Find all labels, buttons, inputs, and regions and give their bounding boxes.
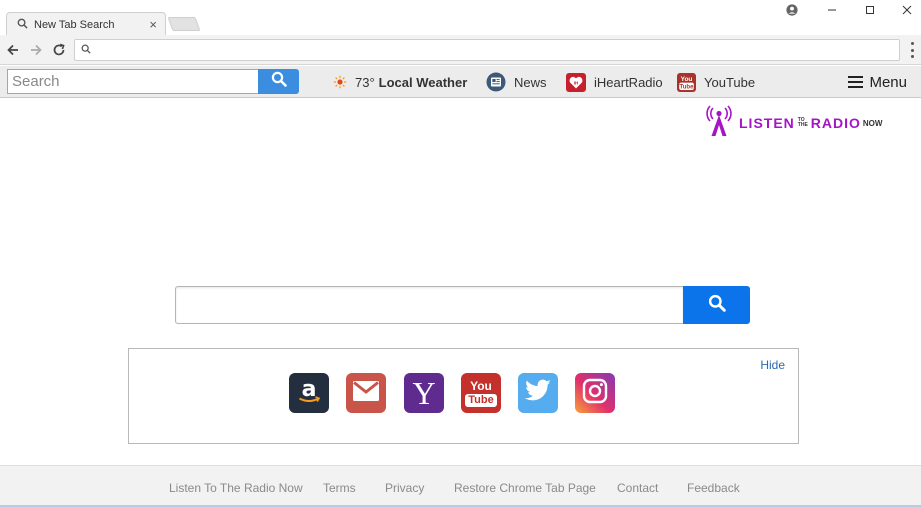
logo-radio: RADIO [810, 115, 861, 131]
back-arrow-icon[interactable] [3, 40, 23, 60]
instagram-camera-icon [581, 377, 609, 410]
logo-the: THE [797, 122, 808, 128]
weather-link[interactable]: 73° Local Weather [333, 73, 467, 91]
logo-listen: LISTEN [739, 115, 795, 131]
iheartradio-link[interactable]: iH iHeartRadio [566, 72, 663, 92]
svg-text:iH: iH [574, 80, 579, 85]
news-icon [486, 72, 506, 92]
new-tab-button[interactable] [167, 17, 201, 31]
logo-to-the: TO THE [798, 118, 808, 128]
news-label: News [514, 74, 547, 90]
footer-link-listen-to-the-radio-now[interactable]: Listen To The Radio Now [169, 481, 303, 495]
mail-icon [352, 380, 380, 407]
youtube-label: YouTube [704, 74, 756, 90]
sun-icon [333, 75, 347, 89]
toolbar-search-placeholder: Search [12, 73, 60, 90]
search-icon [17, 16, 28, 34]
footer-link-feedback[interactable]: Feedback [687, 481, 740, 495]
gmail-tile[interactable] [346, 373, 386, 413]
iheartradio-icon: iH [566, 72, 586, 92]
search-icon [708, 294, 726, 317]
youtube-tile[interactable]: You Tube [461, 373, 501, 413]
quick-links-panel: Hide a Y You Tube [128, 348, 799, 444]
forward-arrow-icon[interactable] [26, 40, 46, 60]
address-bar[interactable] [74, 39, 900, 61]
extension-toolbar: Search 73° Local Weather News iH iHeartR… [0, 66, 921, 98]
hamburger-icon [848, 76, 864, 88]
instagram-tile[interactable] [575, 373, 615, 413]
amazon-tile[interactable]: a [289, 373, 329, 413]
toolbar-search-button[interactable] [258, 69, 299, 94]
svg-text:a: a [302, 377, 317, 402]
svg-text:You: You [681, 76, 693, 83]
youtube-icon: You Tube [677, 72, 696, 92]
amazon-icon: a [293, 375, 325, 412]
footer-link-privacy[interactable]: Privacy [385, 481, 424, 495]
tab-close-icon[interactable]: × [149, 18, 157, 31]
yahoo-tile[interactable]: Y [404, 373, 444, 413]
minimize-icon[interactable] [820, 2, 844, 18]
listen-to-the-radio-now-logo: LISTEN TO THE RADIO NOW [705, 104, 915, 142]
yahoo-letter: Y [412, 375, 436, 411]
radio-tower-icon [705, 104, 733, 142]
tab-title: New Tab Search [34, 18, 115, 31]
youtube-link[interactable]: You Tube YouTube [677, 72, 756, 92]
browser-tab[interactable]: New Tab Search × [6, 12, 166, 36]
extension-menu-button[interactable]: Menu [848, 73, 907, 91]
logo-now: NOW [862, 118, 883, 128]
twitter-tile[interactable] [518, 373, 558, 413]
youtube-tile-bottom: Tube [465, 393, 497, 407]
browser-titlebar: New Tab Search × [0, 0, 921, 36]
logo-wordmark: LISTEN TO THE RADIO NOW [739, 115, 882, 131]
main-search-input[interactable] [175, 286, 683, 324]
close-window-icon[interactable] [895, 2, 919, 18]
browser-toolbar [0, 35, 921, 65]
main-search-button[interactable] [683, 286, 750, 324]
hide-quick-links-link[interactable]: Hide [760, 358, 785, 372]
page-footer: Listen To The Radio Now Terms Privacy Re… [0, 465, 921, 507]
youtube-tile-top: You [470, 378, 492, 393]
toolbar-search-input[interactable]: Search [7, 69, 259, 94]
reload-icon[interactable] [49, 40, 69, 60]
menu-label: Menu [869, 73, 907, 91]
footer-link-contact[interactable]: Contact [617, 481, 658, 495]
footer-link-restore-chrome-tab-page[interactable]: Restore Chrome Tab Page [454, 481, 596, 495]
footer-link-terms[interactable]: Terms [323, 481, 356, 495]
news-link[interactable]: News [486, 72, 547, 92]
iheartradio-label: iHeartRadio [594, 74, 663, 90]
weather-label: Local Weather [378, 74, 468, 90]
search-icon [81, 41, 91, 59]
profile-icon[interactable] [780, 2, 804, 18]
weather-temp: 73° [355, 74, 375, 90]
search-icon [271, 71, 287, 92]
maximize-icon[interactable] [858, 2, 882, 18]
svg-text:Tube: Tube [680, 84, 695, 90]
browser-menu-icon[interactable] [909, 42, 915, 58]
twitter-bird-icon [524, 379, 552, 408]
